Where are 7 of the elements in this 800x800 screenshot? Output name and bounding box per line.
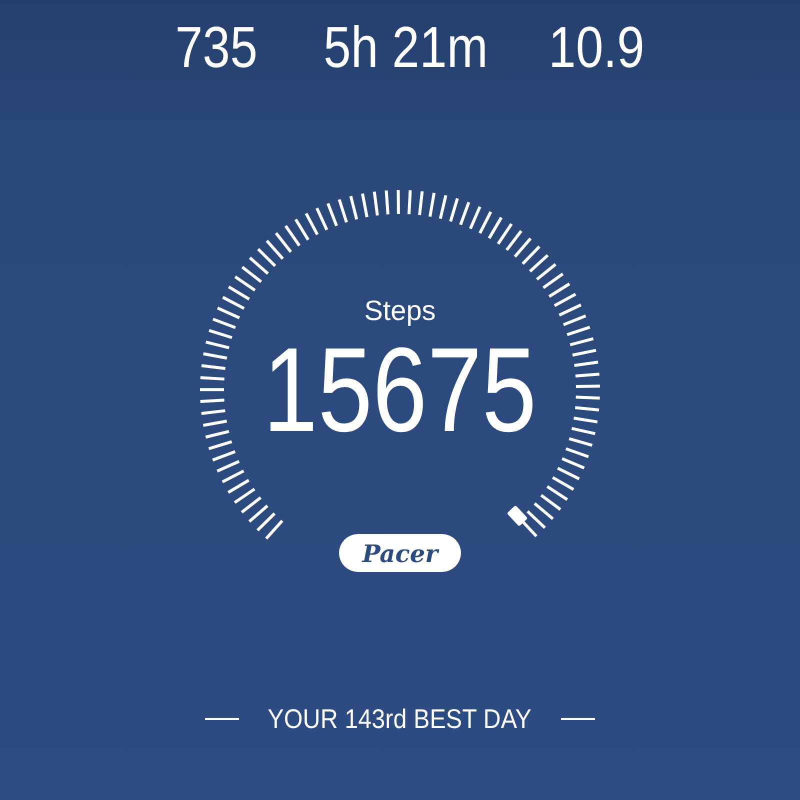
best-day-text: YOUR 143rd BEST DAY	[268, 703, 532, 735]
steps-label: Steps	[364, 294, 436, 328]
stat-value: 5h 21m	[324, 14, 488, 82]
pacer-logo: Pacer	[339, 534, 461, 572]
stat-value: 735	[174, 14, 258, 82]
stat-value: 10.9	[548, 14, 644, 82]
step-count: 15675	[263, 330, 537, 450]
